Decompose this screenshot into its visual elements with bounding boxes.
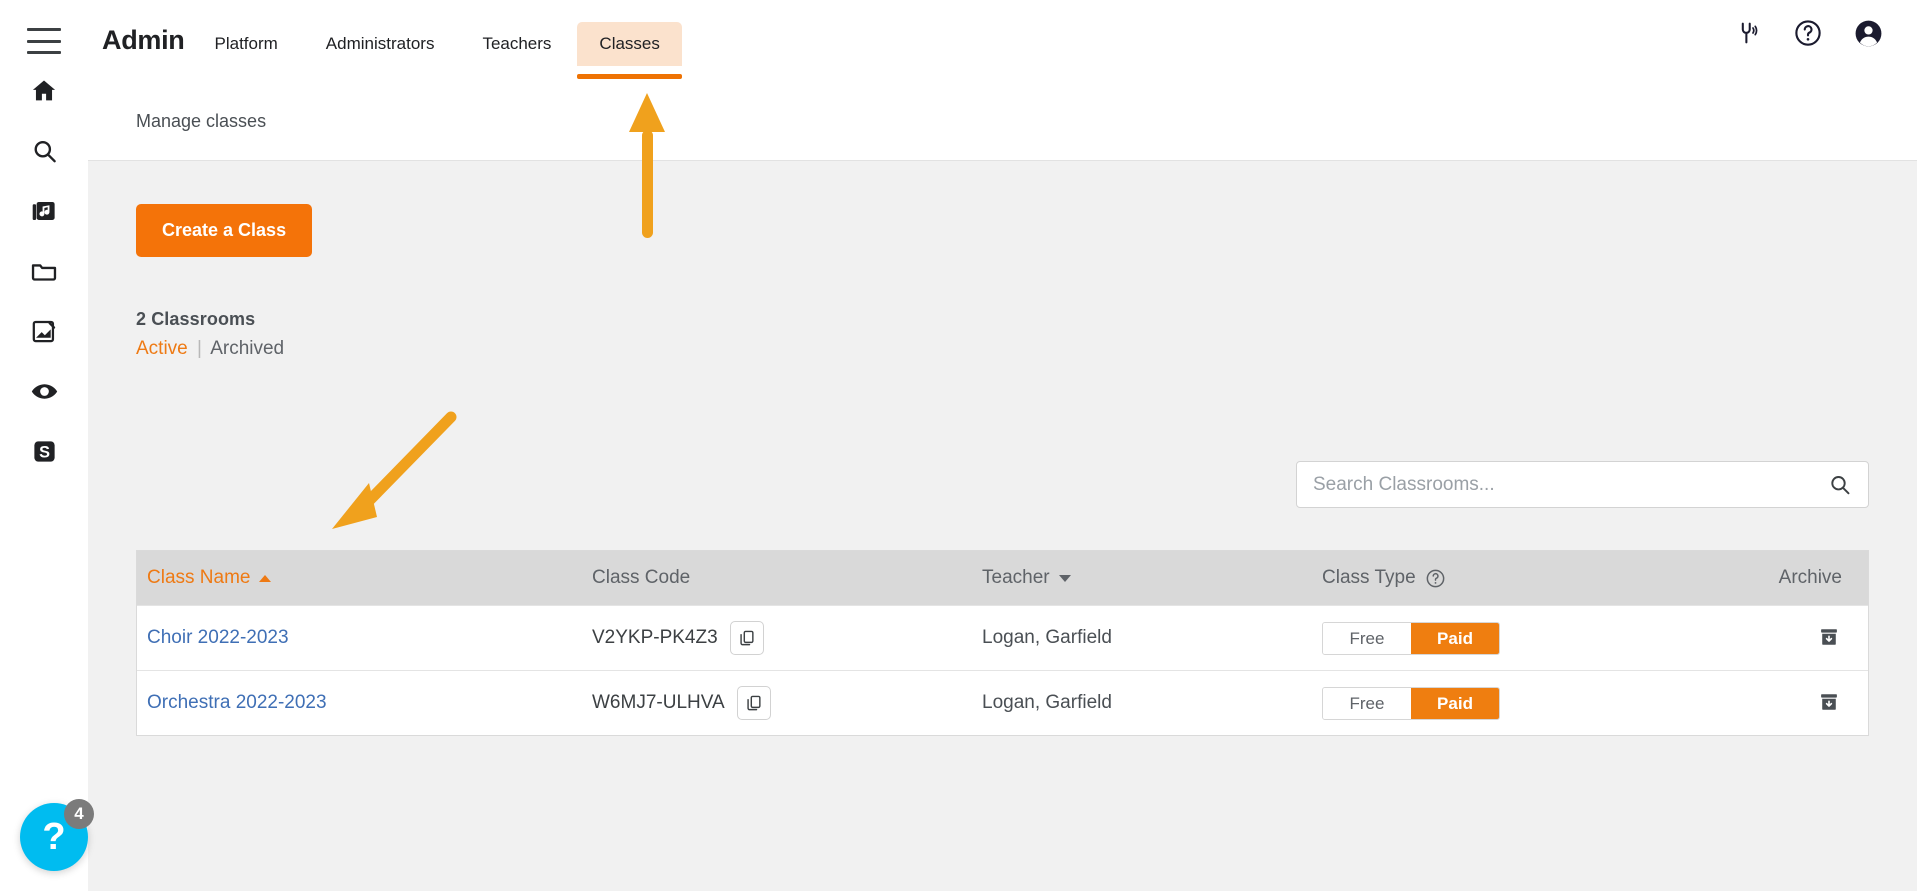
search-input[interactable] [1297,473,1828,496]
main-content: Create a Class 2 Classrooms Active | Arc… [88,161,1917,891]
s-badge-icon[interactable]: S [21,428,67,474]
cell-teacher: Logan, Garfield [982,627,1322,649]
column-label: Class Name [147,567,251,588]
class-type-free-option[interactable]: Free [1323,687,1411,719]
class-type-paid-option[interactable]: Paid [1411,687,1499,719]
hamburger-bar [27,28,61,31]
filter-separator: | [197,338,202,359]
column-label: Teacher [982,567,1050,588]
cell-archive [1707,624,1860,653]
cell-class-code: V2YKP-PK4Z3 [592,621,982,655]
sort-descending-icon [1058,574,1071,582]
compose-icon[interactable] [21,308,67,354]
cell-class-name: Orchestra 2022-2023 [137,692,592,714]
svg-text:S: S [39,443,50,461]
class-type-paid-option[interactable]: Paid [1411,622,1499,654]
cell-teacher: Logan, Garfield [982,692,1322,714]
hamburger-bar [27,39,61,43]
class-type-free-option[interactable]: Free [1323,622,1411,654]
column-header-class-code[interactable]: Class Code [592,567,982,589]
classrooms-table: Class Name Class Code Teacher Class Type [136,550,1869,736]
class-name-link[interactable]: Orchestra 2022-2023 [147,692,327,713]
column-header-class-name[interactable]: Class Name [137,567,592,589]
subheader-bar: Manage classes [88,82,1917,161]
cell-class-name: Choir 2022-2023 [137,627,592,649]
teacher-name: Logan, Garfield [982,692,1112,713]
classroom-count: 2 Classrooms [136,309,256,329]
hamburger-bar [27,51,61,54]
help-notification-badge: 4 [64,799,94,829]
top-header: Admin Platform Administrators Teachers C… [88,0,1917,82]
cell-class-type: Free Paid [1322,686,1707,720]
help-circle-icon[interactable] [1791,16,1825,50]
tuning-fork-icon[interactable] [1731,16,1765,50]
help-circle-icon[interactable] [1425,568,1446,589]
folder-icon[interactable] [21,248,67,294]
eye-icon[interactable] [21,368,67,414]
column-header-teacher[interactable]: Teacher [982,567,1322,589]
archive-box-icon[interactable] [1816,689,1842,715]
filter-archived[interactable]: Archived [210,338,284,359]
cell-class-code: W6MJ7-ULHVA [592,686,982,720]
tab-label: Administrators [325,34,435,53]
hamburger-menu-icon[interactable] [27,28,61,54]
classroom-count-block: 2 Classrooms Active | Archived [136,309,284,360]
column-label: Archive [1778,567,1842,588]
cell-class-type: Free Paid [1322,621,1707,655]
cell-archive [1707,689,1860,718]
header-nav: Admin Platform Administrators Teachers C… [88,0,684,79]
account-circle-icon[interactable] [1851,16,1885,50]
class-type-toggle[interactable]: Free Paid [1322,621,1500,655]
active-tab-underline [577,74,682,79]
music-library-icon[interactable] [21,188,67,234]
tab-administrators[interactable]: Administrators [304,22,457,66]
class-code-value: W6MJ7-ULHVA [592,692,725,713]
column-header-archive: Archive [1707,567,1860,589]
search-classrooms-box[interactable] [1296,461,1869,508]
copy-icon[interactable] [729,621,764,655]
archive-box-icon[interactable] [1816,624,1842,650]
table-header-row: Class Name Class Code Teacher Class Type [137,551,1868,605]
sort-ascending-icon [259,574,272,582]
left-sidebar-rail: S [0,0,88,891]
tab-teachers[interactable]: Teachers [460,22,573,66]
class-type-toggle[interactable]: Free Paid [1322,686,1500,720]
table-row[interactable]: Orchestra 2022-2023 W6MJ7-ULHVA Logan, G… [137,670,1868,735]
tab-classes[interactable]: Classes [577,22,682,79]
search-icon[interactable] [1828,473,1868,497]
tab-label: Teachers [482,34,552,53]
header-actions [1731,0,1917,66]
column-label: Class Code [592,567,691,588]
class-code-value: V2YKP-PK4Z3 [592,627,718,648]
copy-icon[interactable] [736,686,771,720]
home-icon[interactable] [21,68,67,114]
status-filter-group: Active | Archived [136,338,284,360]
teacher-name: Logan, Garfield [982,627,1112,648]
table-row[interactable]: Choir 2022-2023 V2YKP-PK4Z3 Logan, Garfi… [137,605,1868,670]
page-title: Admin [102,25,185,55]
app-window: S Admin Platform Administrators Teachers… [0,0,1917,891]
column-label: Class Type [1322,567,1416,588]
column-header-class-type[interactable]: Class Type [1322,567,1707,589]
help-widget: ? 4 [20,777,114,871]
tab-label: Platform [214,34,278,53]
tab-platform[interactable]: Platform [193,22,300,66]
search-icon[interactable] [21,128,67,174]
create-class-button[interactable]: Create a Class [136,204,313,257]
breadcrumb: Manage classes [136,110,267,131]
tab-label: Classes [599,34,660,53]
class-name-link[interactable]: Choir 2022-2023 [147,627,289,648]
filter-active[interactable]: Active [136,338,188,359]
